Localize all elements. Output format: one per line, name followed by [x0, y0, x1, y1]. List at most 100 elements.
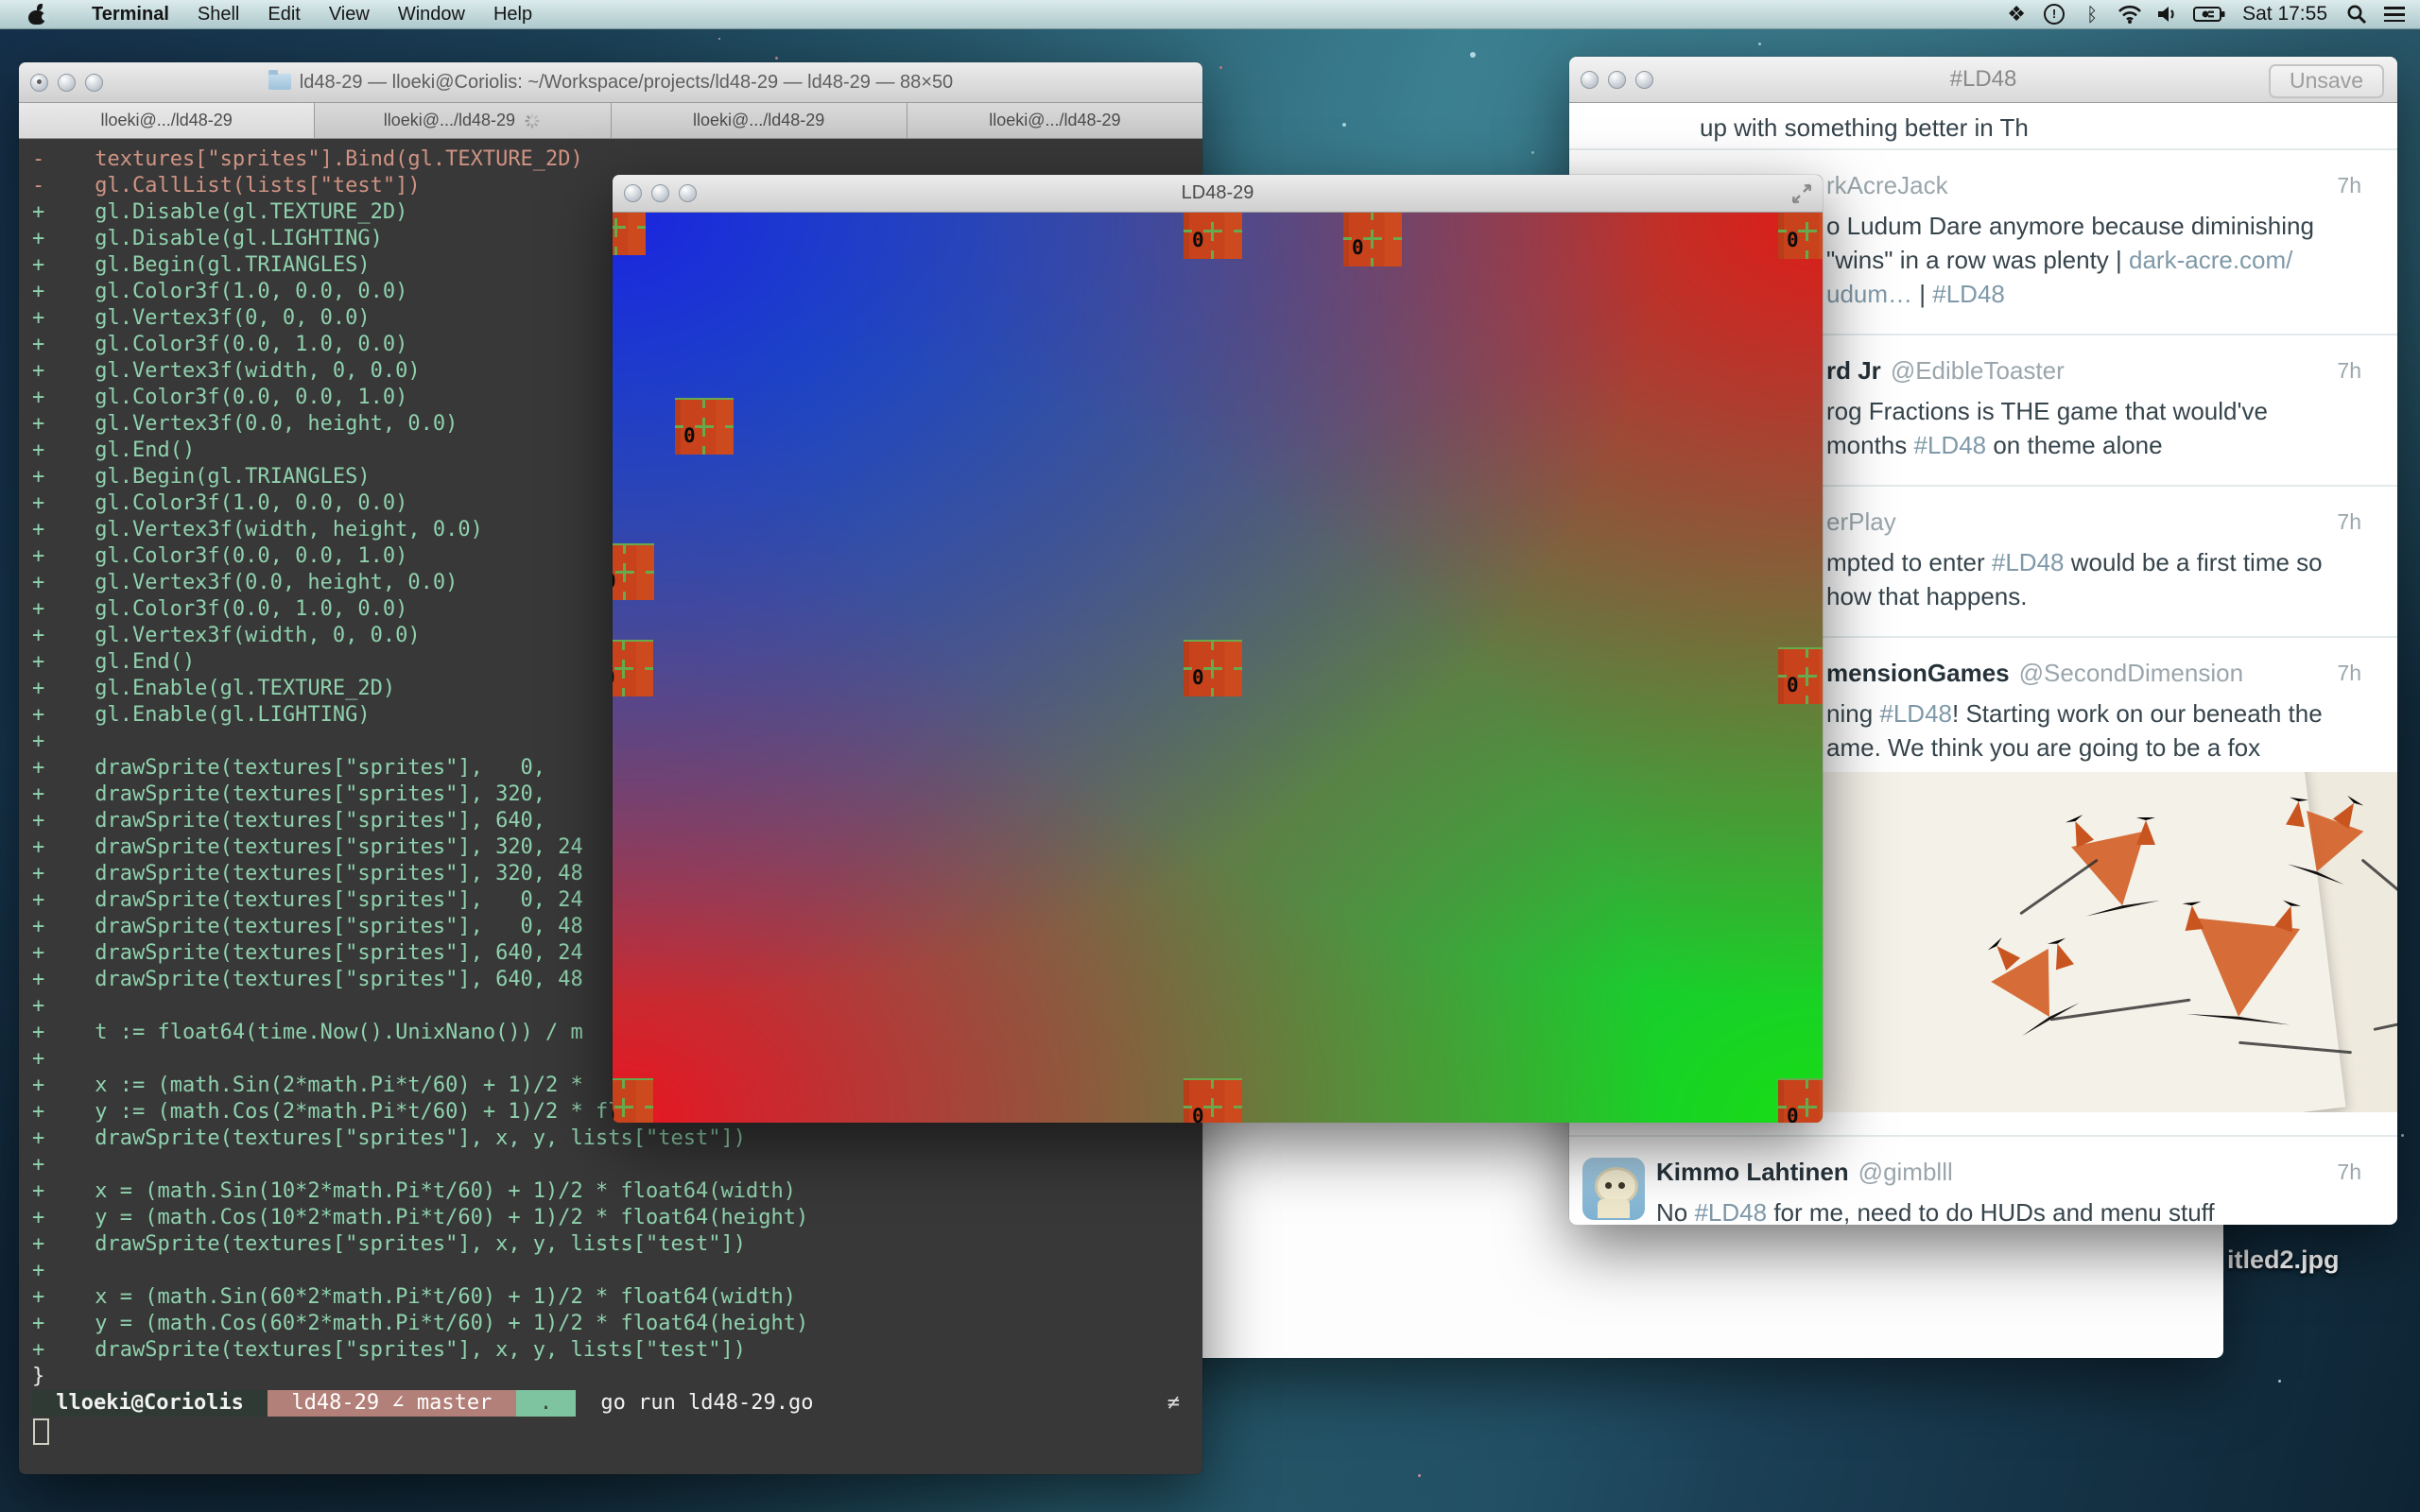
sprite-index-label: 0 — [613, 1105, 615, 1123]
star-speck — [1219, 66, 1222, 69]
zoom-button[interactable] — [679, 184, 697, 202]
resize-icon[interactable] — [1790, 182, 1813, 210]
tweet-link[interactable]: #LD48 — [1694, 1198, 1767, 1225]
typed-command[interactable]: go run ld48-29.go — [589, 1390, 813, 1417]
crosshair-icon — [1806, 250, 1808, 259]
sprite-index-label: 0 — [1352, 236, 1364, 259]
tweet-text-line: "wins" in a row was plenty | dark-acre.c… — [1826, 243, 2360, 277]
time-machine-icon[interactable]: ! — [2042, 0, 2066, 28]
tweet-text: mpted to enter — [1826, 548, 1992, 576]
tweet-row[interactable]: up with something better in Th — [1569, 103, 2397, 150]
tweet-link[interactable]: #LD48 — [1932, 280, 2005, 308]
crosshair-icon — [695, 425, 714, 428]
tab-label: lloeki@.../ld48-29 — [384, 111, 515, 130]
tweet-name-line: mensionGames @SecondDimension — [1826, 659, 2360, 696]
crosshair-icon — [702, 400, 705, 408]
terminal-tab[interactable]: lloeki@.../ld48-29 — [612, 103, 908, 138]
tweet-display-name[interactable]: mensionGames — [1826, 659, 2010, 687]
menu-item-edit[interactable]: Edit — [253, 0, 314, 28]
tweet-handle[interactable]: rkAcreJack — [1826, 171, 1948, 199]
diff-line: + — [32, 1152, 1202, 1178]
sprite-index-label: 0 — [1787, 229, 1799, 251]
tweet-handle[interactable]: @gimblll — [1858, 1158, 1953, 1186]
unsaved-dot — [37, 79, 42, 84]
minimize-button[interactable] — [58, 74, 76, 92]
tweet-row[interactable]: Kimmo Lahtinen@gimblll7hNo #LD48 for me,… — [1569, 1137, 2397, 1225]
tweet-text-line: rog Fractions is THE game that would've — [1826, 394, 2360, 428]
avatar-art — [1605, 1182, 1612, 1189]
folder-icon — [268, 74, 291, 90]
tweet-text: on theme alone — [1986, 431, 2162, 459]
tweet-display-name[interactable]: rd Jr — [1826, 356, 1881, 385]
zoom-button[interactable] — [85, 74, 103, 92]
minimize-button[interactable] — [1608, 71, 1626, 89]
diff-line: + — [32, 1258, 1202, 1284]
tweet-handle[interactable]: @SecondDimension — [2019, 659, 2243, 687]
dropbox-icon[interactable]: ❖ — [2004, 0, 2029, 28]
crosshair-icon — [1806, 649, 1808, 658]
unsave-button[interactable]: Unsave — [2269, 64, 2384, 98]
sprite: 0 — [613, 1078, 653, 1123]
apple-menu-icon[interactable] — [28, 5, 45, 25]
menu-item-terminal[interactable]: Terminal — [78, 0, 183, 28]
close-button[interactable] — [624, 184, 642, 202]
avatar-art — [1618, 1182, 1625, 1189]
terminal-tab[interactable]: lloeki@.../ld48-29 — [19, 103, 315, 138]
shell-prompt: lloeki@Coriolis ld48-29 ∠ master . go ru… — [32, 1390, 1189, 1417]
star-speck — [775, 57, 778, 60]
close-button[interactable] — [1581, 71, 1599, 89]
star-speck — [1470, 52, 1476, 58]
crosshair-icon — [1203, 1106, 1222, 1108]
minimize-button[interactable] — [651, 184, 669, 202]
menu-item-view[interactable]: View — [315, 0, 384, 28]
terminal-tab[interactable]: lloeki@.../ld48-29 — [315, 103, 611, 138]
volume-icon[interactable] — [2155, 0, 2180, 28]
crosshair-icon — [1203, 230, 1222, 232]
tweet-photo[interactable] — [1766, 772, 2397, 1112]
star-speck — [1531, 151, 1534, 154]
star-speck — [1758, 43, 1761, 45]
bluetooth-icon[interactable]: ᛒ — [2080, 0, 2104, 28]
terminal-tab[interactable]: lloeki@.../ld48-29 — [908, 103, 1202, 138]
crosshair-icon — [1393, 237, 1402, 240]
tweet-text: ning — [1826, 699, 1879, 728]
crosshair-icon — [1798, 1106, 1817, 1108]
sprite-index-label: 0 — [613, 570, 616, 593]
tweet-link[interactable]: #LD48 — [1914, 431, 1987, 459]
battery-icon[interactable] — [2193, 0, 2225, 28]
crosshair-icon — [1211, 1080, 1214, 1089]
tweet-display-name[interactable]: Kimmo Lahtinen — [1656, 1158, 1849, 1186]
twitter-titlebar[interactable]: #LD48 Unsave — [1569, 57, 2397, 103]
tweet-handle[interactable]: @EdibleToaster — [1891, 356, 2065, 385]
menu-clock[interactable]: Sat 17:55 — [2238, 3, 2331, 26]
wifi-icon[interactable] — [2118, 0, 2142, 28]
ld48-titlebar[interactable]: LD48-29 — [613, 175, 1823, 213]
tweet-text: | — [1919, 280, 1932, 308]
tweet-handle[interactable]: erPlay — [1826, 507, 1896, 536]
menu-item-window[interactable]: Window — [384, 0, 479, 28]
tweet-link[interactable]: dark-acre.com/ — [2129, 246, 2292, 274]
tweet-link[interactable]: #LD48 — [1992, 548, 2065, 576]
crosshair-icon — [1798, 675, 1817, 678]
menu-item-shell[interactable]: Shell — [183, 0, 253, 28]
tweet-text-line: ame. We think you are going to be a fox — [1826, 730, 2360, 765]
terminal-titlebar[interactable]: ld48-29 — lloeki@Coriolis: ~/Workspace/p… — [19, 62, 1202, 103]
zoom-button[interactable] — [1635, 71, 1653, 89]
menu-item-help[interactable]: Help — [479, 0, 546, 28]
crosshair-icon — [645, 667, 653, 670]
crosshair-icon — [614, 247, 617, 255]
star-speck — [1342, 123, 1346, 127]
tweet-text-line: udum… | #LD48 — [1826, 277, 2360, 311]
tweet-link[interactable]: #LD48 — [1879, 699, 1952, 728]
ld48-game-window: LD48-29 000000000000 — [613, 175, 1823, 1122]
crosshair-icon — [1798, 230, 1817, 232]
crosshair-icon — [614, 1106, 633, 1108]
notification-center-icon[interactable] — [2382, 0, 2407, 28]
spotlight-icon[interactable] — [2344, 0, 2369, 28]
desktop-file-label[interactable]: itled2.jpg — [2227, 1246, 2340, 1275]
tweet-link[interactable]: udum… — [1826, 280, 1919, 308]
tweet-text: months — [1826, 431, 1914, 459]
crosshair-icon — [1184, 667, 1192, 670]
tweet-text-line: how that happens. — [1826, 579, 2360, 613]
close-button[interactable] — [30, 74, 48, 92]
